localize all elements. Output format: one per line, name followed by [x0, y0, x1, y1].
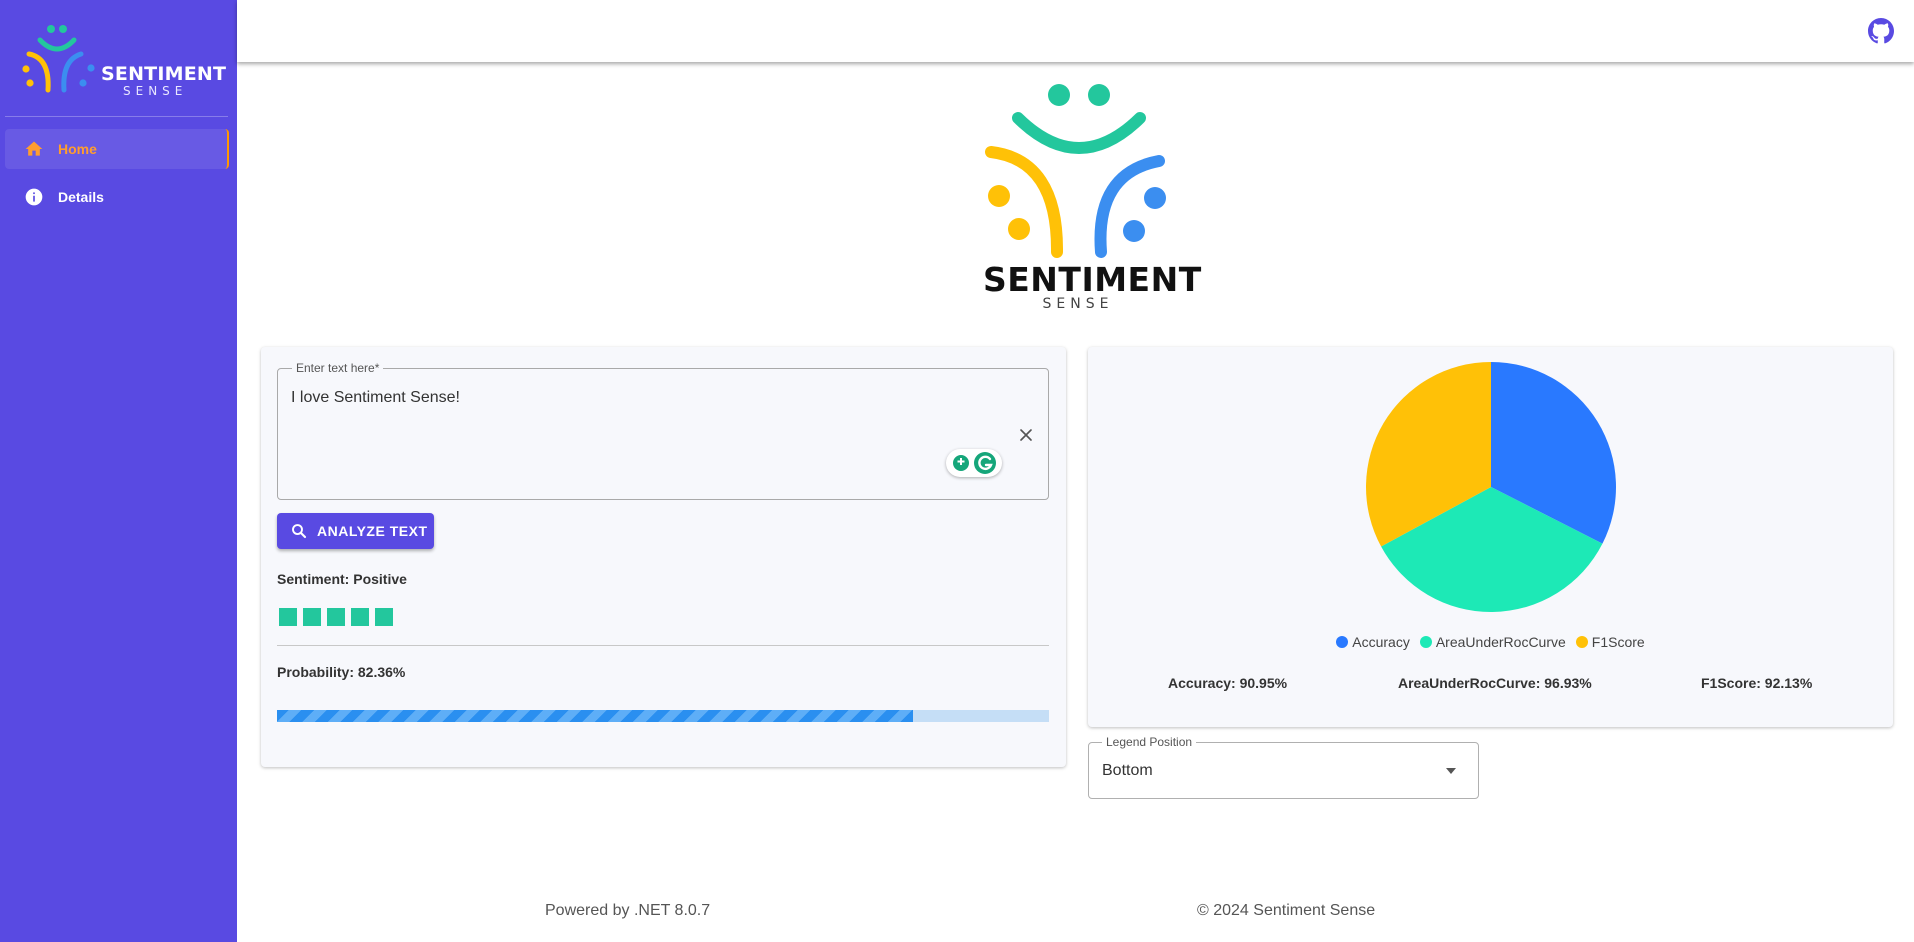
- rating-box: [327, 608, 345, 626]
- metric-value-areaunderroccurve: AreaUnderRocCurve: 96.93%: [1398, 675, 1592, 691]
- sidebar-item-label: Home: [58, 141, 97, 157]
- sidebar-divider: [5, 116, 228, 117]
- sidebar-logo-text: SENTIMENT SENSE: [101, 64, 226, 98]
- github-icon[interactable]: [1868, 18, 1894, 44]
- info-icon: [22, 185, 46, 209]
- sidebar-logo-subtitle: SENSE: [123, 84, 188, 98]
- probability-result: Probability: 82.36%: [277, 664, 406, 680]
- analyzer-card: Enter text here* I love Sentiment Sense!: [261, 347, 1066, 767]
- legend-dot: [1419, 636, 1432, 648]
- legend-label: F1Score: [1591, 634, 1645, 650]
- metric-value-accuracy: Accuracy: 90.95%: [1168, 675, 1288, 691]
- home-icon: [22, 137, 46, 161]
- legend-item-areaunderroccurve[interactable]: AreaUnderRocCurve: [1419, 634, 1566, 650]
- search-icon: [290, 522, 308, 540]
- legend-item-accuracy[interactable]: Accuracy: [1336, 634, 1410, 650]
- sidebar: SENTIMENT SENSE Home Details: [0, 0, 237, 942]
- metrics-pie-chart: [1366, 362, 1616, 612]
- probability-progress-bar: [277, 710, 1049, 722]
- legend-position-select[interactable]: Legend Position Bottom: [1088, 735, 1479, 799]
- main-logo-title: SENTIMENT: [983, 260, 1202, 299]
- rating-box: [303, 608, 321, 626]
- metrics-chart-card: Accuracy AreaUnderRocCurve F1Score Accurac…: [1088, 347, 1893, 727]
- rating-box: [375, 608, 393, 626]
- analyze-text-button-label: ANALYZE TEXT: [317, 523, 428, 539]
- legend-label: Accuracy: [1352, 634, 1410, 650]
- sidebar-item-label: Details: [58, 189, 104, 205]
- sidebar-item-home[interactable]: Home: [5, 129, 229, 169]
- sentiment-result: Sentiment: Positive: [277, 571, 407, 587]
- legend-position-label: Legend Position: [1102, 735, 1197, 749]
- footer-powered-by: Powered by .NET 8.0.7: [545, 902, 711, 919]
- clear-icon[interactable]: [1016, 425, 1036, 445]
- legend-dot: [1575, 636, 1588, 648]
- sentiment-sense-logo-icon: [985, 84, 1166, 258]
- analyze-text-button[interactable]: ANALYZE TEXT: [277, 513, 434, 549]
- metric-value-f1score: F1Score: 92.13%: [1701, 675, 1813, 691]
- sentiment-rating: [279, 608, 399, 626]
- appbar: [237, 0, 1914, 62]
- grammarly-icon: [974, 452, 996, 474]
- main-logo: SENTIMENT SENSE: [983, 80, 1202, 312]
- legend-position-value: Bottom: [1102, 762, 1153, 779]
- sidebar-logo[interactable]: SENTIMENT SENSE: [20, 22, 226, 102]
- legend-dot: [1336, 636, 1349, 648]
- footer-copyright: © 2024 Sentiment Sense: [1197, 902, 1376, 919]
- sidebar-logo-title: SENTIMENT: [101, 63, 227, 85]
- text-input-label: Enter text here*: [292, 361, 384, 375]
- sidebar-item-details[interactable]: Details: [5, 177, 229, 217]
- grammarly-badge[interactable]: [946, 449, 1002, 477]
- bulb-icon: [953, 455, 969, 471]
- text-input-value[interactable]: I love Sentiment Sense!: [291, 389, 460, 407]
- chart-legend: Accuracy AreaUnderRocCurve F1Score: [1088, 634, 1893, 650]
- text-input-field[interactable]: Enter text here* I love Sentiment Sense!: [277, 361, 1049, 500]
- card-divider: [277, 645, 1049, 646]
- sentiment-sense-logo-icon: [22, 25, 95, 93]
- rating-box: [351, 608, 369, 626]
- probability-progress-fill: [277, 710, 913, 722]
- main-logo-subtitle: SENSE: [1042, 296, 1114, 312]
- legend-label: AreaUnderRocCurve: [1435, 634, 1566, 650]
- legend-item-f1score[interactable]: F1Score: [1575, 634, 1645, 650]
- chevron-down-icon: [1444, 764, 1458, 778]
- rating-box: [279, 608, 297, 626]
